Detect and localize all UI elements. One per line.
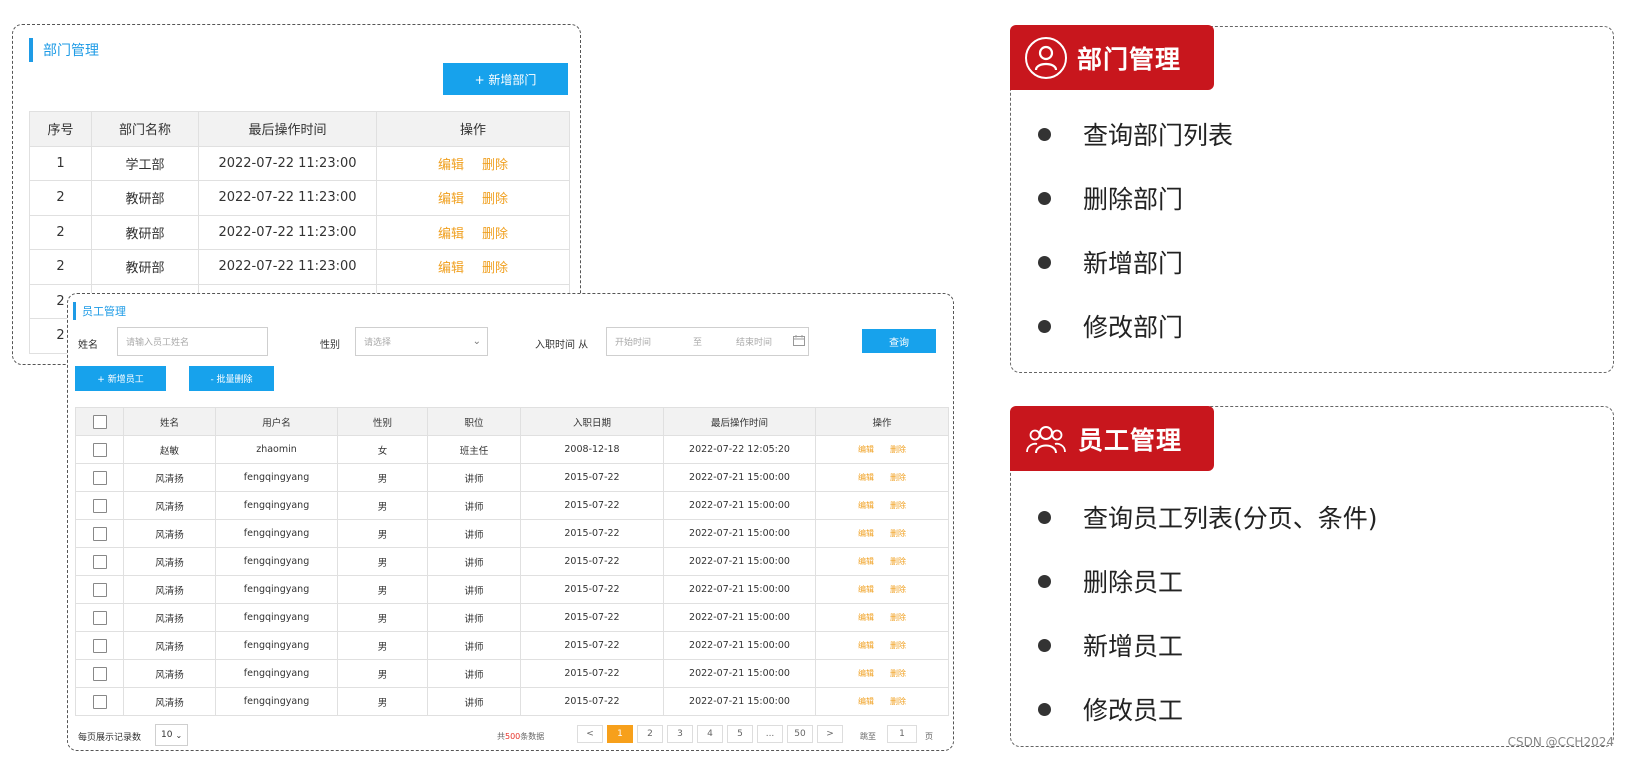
dept-summary-badge: 部门管理 <box>1010 25 1214 90</box>
feature-item: 新增部门 <box>1038 244 1598 280</box>
bullet-dot <box>1038 127 1051 141</box>
cell-no: 2 <box>29 249 92 285</box>
bullet-dot <box>1038 510 1051 524</box>
feature-item-label: 修改员工 <box>1083 696 1184 725</box>
col-actions: 操作 <box>376 111 570 147</box>
col-dept-name: 部门名称 <box>91 111 199 147</box>
watermark: CSDN @CCH2024 <box>1507 735 1614 749</box>
feature-item: 修改员工 <box>1038 691 1598 727</box>
dept-section-title: 部门管理 <box>29 38 99 62</box>
feature-item: 查询部门列表 <box>1038 116 1598 152</box>
cell-actions: 编辑 删除 <box>376 249 570 285</box>
cell-no: 2 <box>29 180 92 216</box>
feature-item-label: 删除部门 <box>1083 185 1184 214</box>
dept-summary-title: 部门管理 <box>1077 44 1182 74</box>
emp-summary-badge: 员工管理 <box>1010 406 1214 471</box>
cell-dept-name: 教研部 <box>91 249 199 285</box>
bullet-dot <box>1038 574 1051 588</box>
cell-last-time: 2022-07-22 11:23:00 <box>198 214 377 250</box>
feature-item: 删除部门 <box>1038 180 1598 216</box>
col-last-time: 最后操作时间 <box>198 111 377 147</box>
edit-link[interactable]: 编辑 <box>438 227 464 242</box>
cell-actions: 编辑 删除 <box>376 214 570 250</box>
delete-link[interactable]: 删除 <box>482 261 508 276</box>
feature-item-label: 查询员工列表(分页、条件) <box>1083 504 1378 533</box>
bullet-dot <box>1038 638 1051 652</box>
cell-dept-name: 学工部 <box>91 145 199 181</box>
bullet-dot <box>1038 191 1051 205</box>
bullet-dot <box>1038 702 1051 716</box>
cell-dept-name: 教研部 <box>91 180 199 216</box>
users-icon <box>1024 418 1068 460</box>
edit-link[interactable]: 编辑 <box>438 261 464 276</box>
user-icon <box>1025 36 1067 79</box>
table-row: 2 教研部 2022-07-22 11:23:00 编辑 删除 <box>29 214 570 250</box>
edit-link[interactable]: 编辑 <box>438 158 464 173</box>
title-accent-bar <box>73 302 76 320</box>
emp-section-title: 员工管理 <box>73 302 126 320</box>
table-row: 2 教研部 2022-07-22 11:23:00 编辑 删除 <box>29 249 570 285</box>
emp-summary-title: 员工管理 <box>1078 425 1183 455</box>
feature-item-label: 新增员工 <box>1083 632 1184 661</box>
cell-dept-name: 教研部 <box>91 214 199 250</box>
feature-item: 查询员工列表(分页、条件) <box>1038 499 1598 535</box>
delete-link[interactable]: 删除 <box>482 158 508 173</box>
cell-no: 2 <box>29 214 92 250</box>
emp-title-text: 员工管理 <box>82 305 126 318</box>
title-accent-bar <box>29 38 33 62</box>
table-row: 2 教研部 2022-07-22 11:23:00 编辑 删除 <box>29 180 570 216</box>
delete-link[interactable]: 删除 <box>482 227 508 242</box>
edit-link[interactable]: 编辑 <box>438 192 464 207</box>
emp-panel <box>67 293 954 751</box>
feature-item: 修改部门 <box>1038 308 1598 344</box>
cell-last-time: 2022-07-22 11:23:00 <box>198 249 377 285</box>
feature-item-label: 删除员工 <box>1083 568 1184 597</box>
table-row: 1 学工部 2022-07-22 11:23:00 编辑 删除 <box>29 145 570 181</box>
dept-title-text: 部门管理 <box>43 43 99 59</box>
dept-table-header: 序号 部门名称 最后操作时间 操作 <box>29 111 570 147</box>
delete-link[interactable]: 删除 <box>482 192 508 207</box>
cell-no: 1 <box>29 145 92 181</box>
add-dept-button[interactable]: + 新增部门 <box>443 63 568 95</box>
feature-item: 新增员工 <box>1038 627 1598 663</box>
cell-last-time: 2022-07-22 11:23:00 <box>198 180 377 216</box>
cell-actions: 编辑 删除 <box>376 145 570 181</box>
bullet-dot <box>1038 255 1051 269</box>
feature-item-label: 新增部门 <box>1083 249 1184 278</box>
col-no: 序号 <box>29 111 92 147</box>
bullet-dot <box>1038 319 1051 333</box>
feature-item-label: 查询部门列表 <box>1083 121 1234 150</box>
feature-item-label: 修改部门 <box>1083 313 1184 342</box>
cell-last-time: 2022-07-22 11:23:00 <box>198 145 377 181</box>
feature-item: 删除员工 <box>1038 563 1598 599</box>
cell-actions: 编辑 删除 <box>376 180 570 216</box>
